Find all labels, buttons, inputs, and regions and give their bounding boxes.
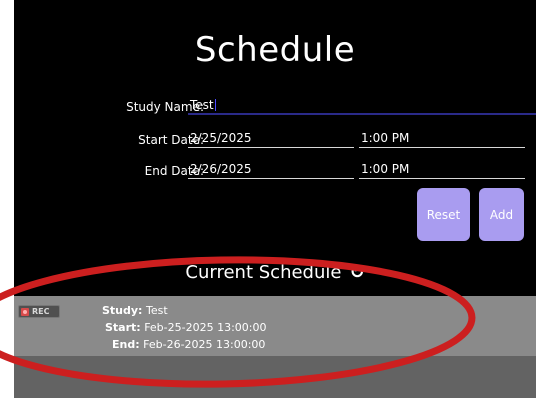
start-time-input[interactable]: 1:00 PM — [359, 131, 525, 148]
schedule-start-label: Start: — [105, 321, 141, 334]
end-date-label: End Date: — [144, 164, 204, 178]
schedule-end-value: Feb-26-2025 13:00:00 — [143, 338, 266, 351]
record-icon — [21, 307, 29, 316]
current-schedule-title: Current Schedule — [185, 262, 342, 283]
rec-badge: REC — [18, 305, 60, 318]
page-title: Schedule — [194, 30, 356, 70]
reset-button[interactable]: Reset — [417, 188, 470, 241]
schedule-end-label: End: — [112, 338, 140, 351]
study-name-input[interactable]: Test — [188, 98, 536, 115]
text-caret — [214, 99, 216, 111]
rec-badge-text: REC — [32, 307, 50, 316]
schedule-start-row: Start: Feb-25-2025 13:00:00 — [105, 321, 267, 334]
study-name-value: Test — [190, 98, 214, 112]
schedule-study-row: Study: Test — [102, 304, 168, 317]
current-schedule-header: Current Schedule ↻ — [14, 262, 536, 283]
start-date-label: Start Date: — [138, 133, 204, 147]
app-window: Schedule Study Name: Test Start Date: 2/… — [14, 0, 536, 398]
end-date-input[interactable]: 2/26/2025 — [188, 162, 354, 179]
schedule-study-label: Study: — [102, 304, 143, 317]
schedule-list-background — [14, 356, 536, 398]
schedule-study-value: Test — [145, 304, 168, 317]
add-button[interactable]: Add — [479, 188, 524, 241]
end-time-input[interactable]: 1:00 PM — [359, 162, 525, 179]
schedule-end-row: End: Feb-26-2025 13:00:00 — [112, 338, 265, 351]
schedule-card — [14, 296, 536, 356]
study-name-label: Study Name: — [126, 100, 204, 114]
start-date-input[interactable]: 2/25/2025 — [188, 131, 354, 148]
refresh-icon[interactable]: ↻ — [349, 262, 364, 283]
schedule-start-value: Feb-25-2025 13:00:00 — [144, 321, 267, 334]
